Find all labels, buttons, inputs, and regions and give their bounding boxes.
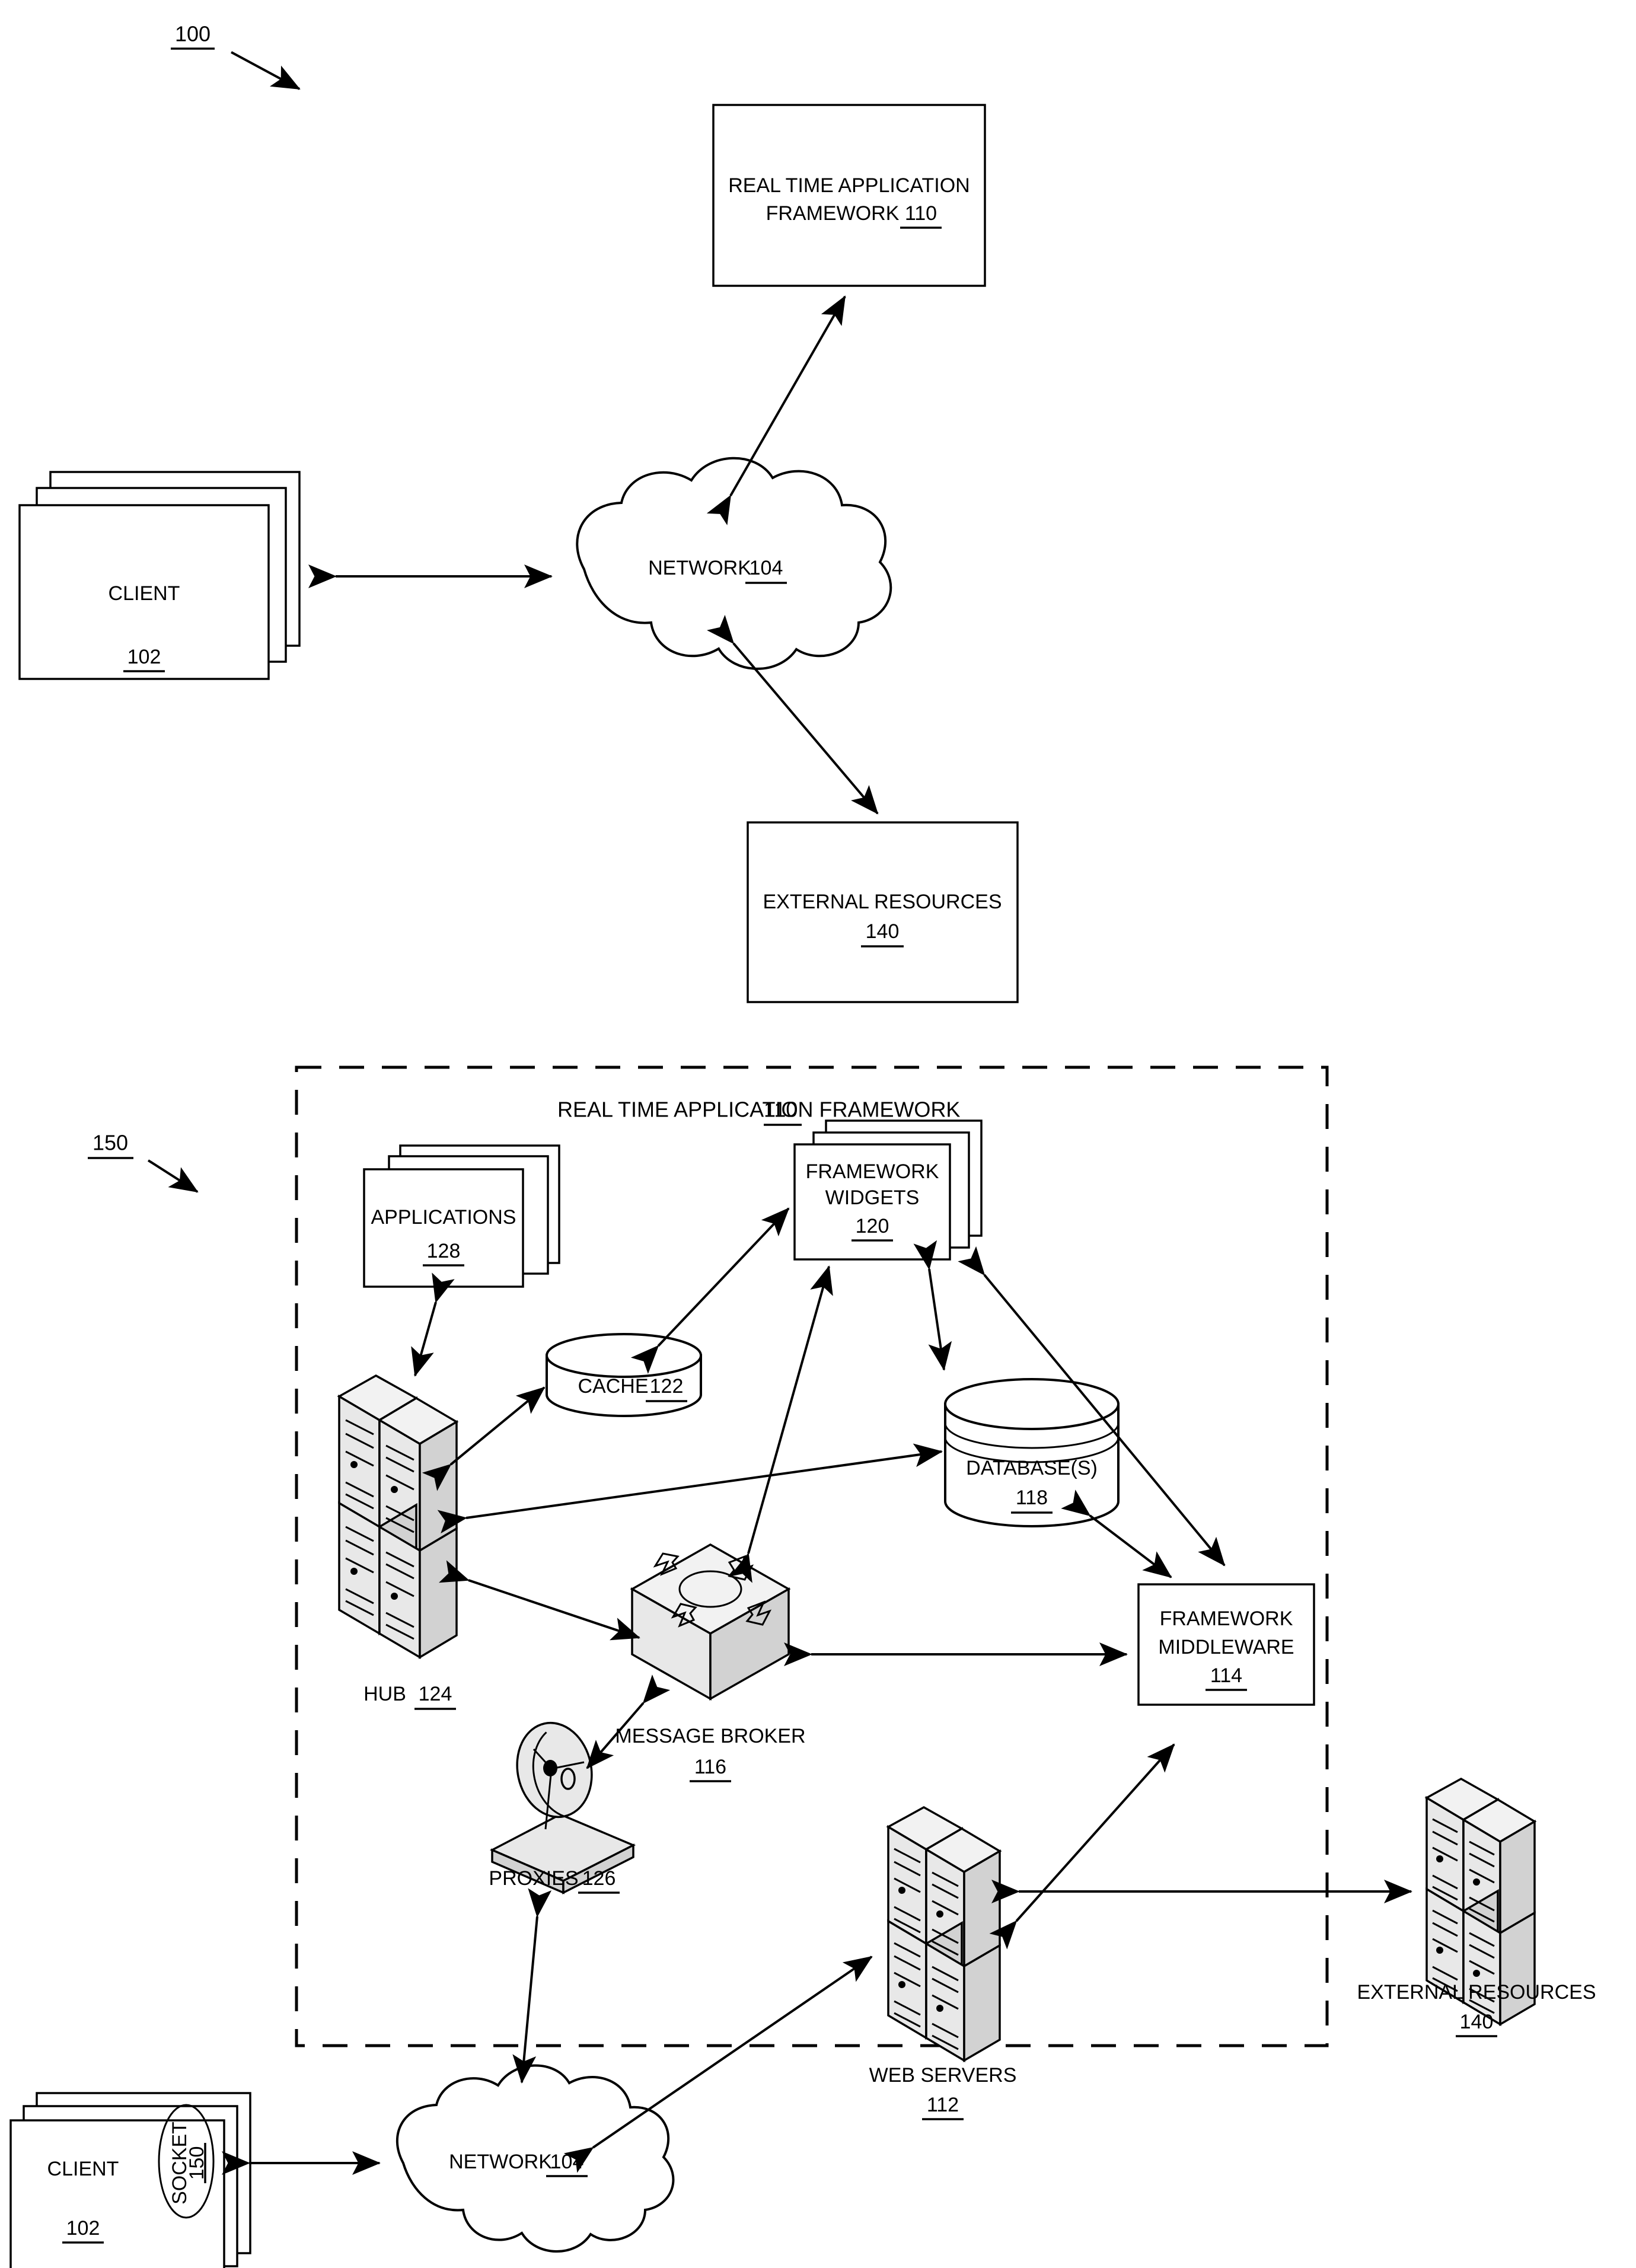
message-broker-node[interactable]: MESSAGE BROKER 116 xyxy=(615,1543,806,1782)
server-tower-icon-web xyxy=(886,1806,1002,2063)
external-resources-label: EXTERNAL RESOURCES xyxy=(1357,1981,1596,2004)
applications-ref: 128 xyxy=(427,1240,461,1262)
applications-node[interactable]: APPLICATIONS 128 xyxy=(363,1144,560,1288)
proxies-ref: 126 xyxy=(582,1867,616,1890)
proxies-label-visible: PROXIES xyxy=(489,1867,578,1890)
client-ref-bottom: 102 xyxy=(66,2217,100,2240)
framework-middleware-node[interactable]: FRAMEWORK MIDDLEWARE 114 xyxy=(1137,1583,1315,1706)
framework-middleware-line1: FRAMEWORK xyxy=(1160,1607,1293,1630)
external-resources-node[interactable]: EXTERNAL RESOURCES 140 xyxy=(1357,1777,1596,2037)
network-label-top: NETWORK xyxy=(648,557,751,579)
patent-figure-page: 100 REAL TIME APPLICATION FRAMEWORK 110 … xyxy=(0,0,1636,2268)
framework-middleware-ref: 114 xyxy=(1210,1664,1242,1687)
framework-header-ref: 110 xyxy=(764,1098,798,1122)
framework-widgets-ref: 120 xyxy=(856,1215,889,1237)
broker-cube-icon xyxy=(630,1543,791,1701)
hub-label: HUB xyxy=(363,1683,406,1705)
framework-middleware-line2: MIDDLEWARE xyxy=(1158,1636,1294,1658)
satellite-dish-icon xyxy=(489,1721,636,1894)
framework-widgets-node[interactable]: FRAMEWORK WIDGETS 120 xyxy=(793,1119,983,1261)
web-servers-ref: 112 xyxy=(927,2094,959,2116)
framework-widgets-line1: FRAMEWORK xyxy=(806,1160,939,1183)
figure-ref-150: 150 xyxy=(88,1131,199,1193)
figure-ref-100-label: 100 xyxy=(175,22,211,46)
server-tower-icon xyxy=(337,1374,459,1660)
message-broker-ref: 116 xyxy=(694,1756,726,1778)
framework-box-ref: 110 xyxy=(905,202,937,225)
network-label-bottom: NETWORK xyxy=(449,2151,552,2173)
client-ref-top: 102 xyxy=(127,646,161,668)
client-stack-top[interactable]: CLIENT 102 xyxy=(18,471,301,680)
framework-box-line2: FRAMEWORK xyxy=(766,202,900,225)
hub-ref: 124 xyxy=(419,1683,452,1705)
framework-box-line1: REAL TIME APPLICATION xyxy=(728,174,970,197)
real-time-application-framework-box[interactable]: REAL TIME APPLICATION FRAMEWORK 110 xyxy=(712,104,986,287)
external-resources-box-top[interactable]: EXTERNAL RESOURCES 140 xyxy=(747,821,1019,1003)
client-stack-bottom[interactable]: CLIENT 102 SOCKET 150 xyxy=(9,2092,251,2268)
figure-ref-150-label: 150 xyxy=(93,1131,128,1155)
cache-node[interactable]: CACHE 122 xyxy=(546,1333,702,1417)
external-label-top: EXTERNAL RESOURCES xyxy=(763,891,1002,913)
database-ref: 118 xyxy=(1016,1487,1048,1509)
framework-header-title: REAL TIME APPLICATION FRAMEWORK xyxy=(557,1098,960,1122)
network-ref-bottom: 104 xyxy=(550,2151,584,2173)
database-node[interactable]: DATABASE(S) 118 xyxy=(944,1378,1120,1527)
network-ref-top: 104 xyxy=(750,557,783,579)
hub-node[interactable]: HUB 124 xyxy=(337,1374,459,1710)
web-servers-node[interactable]: WEB SERVERS 112 xyxy=(869,1806,1017,2120)
message-broker-label: MESSAGE BROKER xyxy=(615,1725,805,1747)
proxies-node[interactable]: PROXIES PROXIES 126 xyxy=(489,1716,636,1894)
figure-ref-100: 100 xyxy=(171,22,301,90)
client-label-top: CLIENT xyxy=(109,582,180,605)
web-servers-label: WEB SERVERS xyxy=(869,2064,1017,2087)
figure-canvas: 100 REAL TIME APPLICATION FRAMEWORK 110 … xyxy=(9,22,1596,2268)
cache-label: CACHE xyxy=(578,1375,648,1398)
framework-widgets-line2: WIDGETS xyxy=(825,1186,920,1209)
external-resources-ref: 140 xyxy=(1460,2011,1494,2033)
cache-ref: 122 xyxy=(650,1375,684,1398)
applications-label: APPLICATIONS xyxy=(371,1206,516,1229)
database-label: DATABASE(S) xyxy=(966,1457,1098,1479)
client-label-bottom: CLIENT xyxy=(47,2158,119,2180)
external-ref-top: 140 xyxy=(866,920,900,943)
network-cloud-bottom[interactable]: NETWORK 104 xyxy=(396,2064,675,2253)
